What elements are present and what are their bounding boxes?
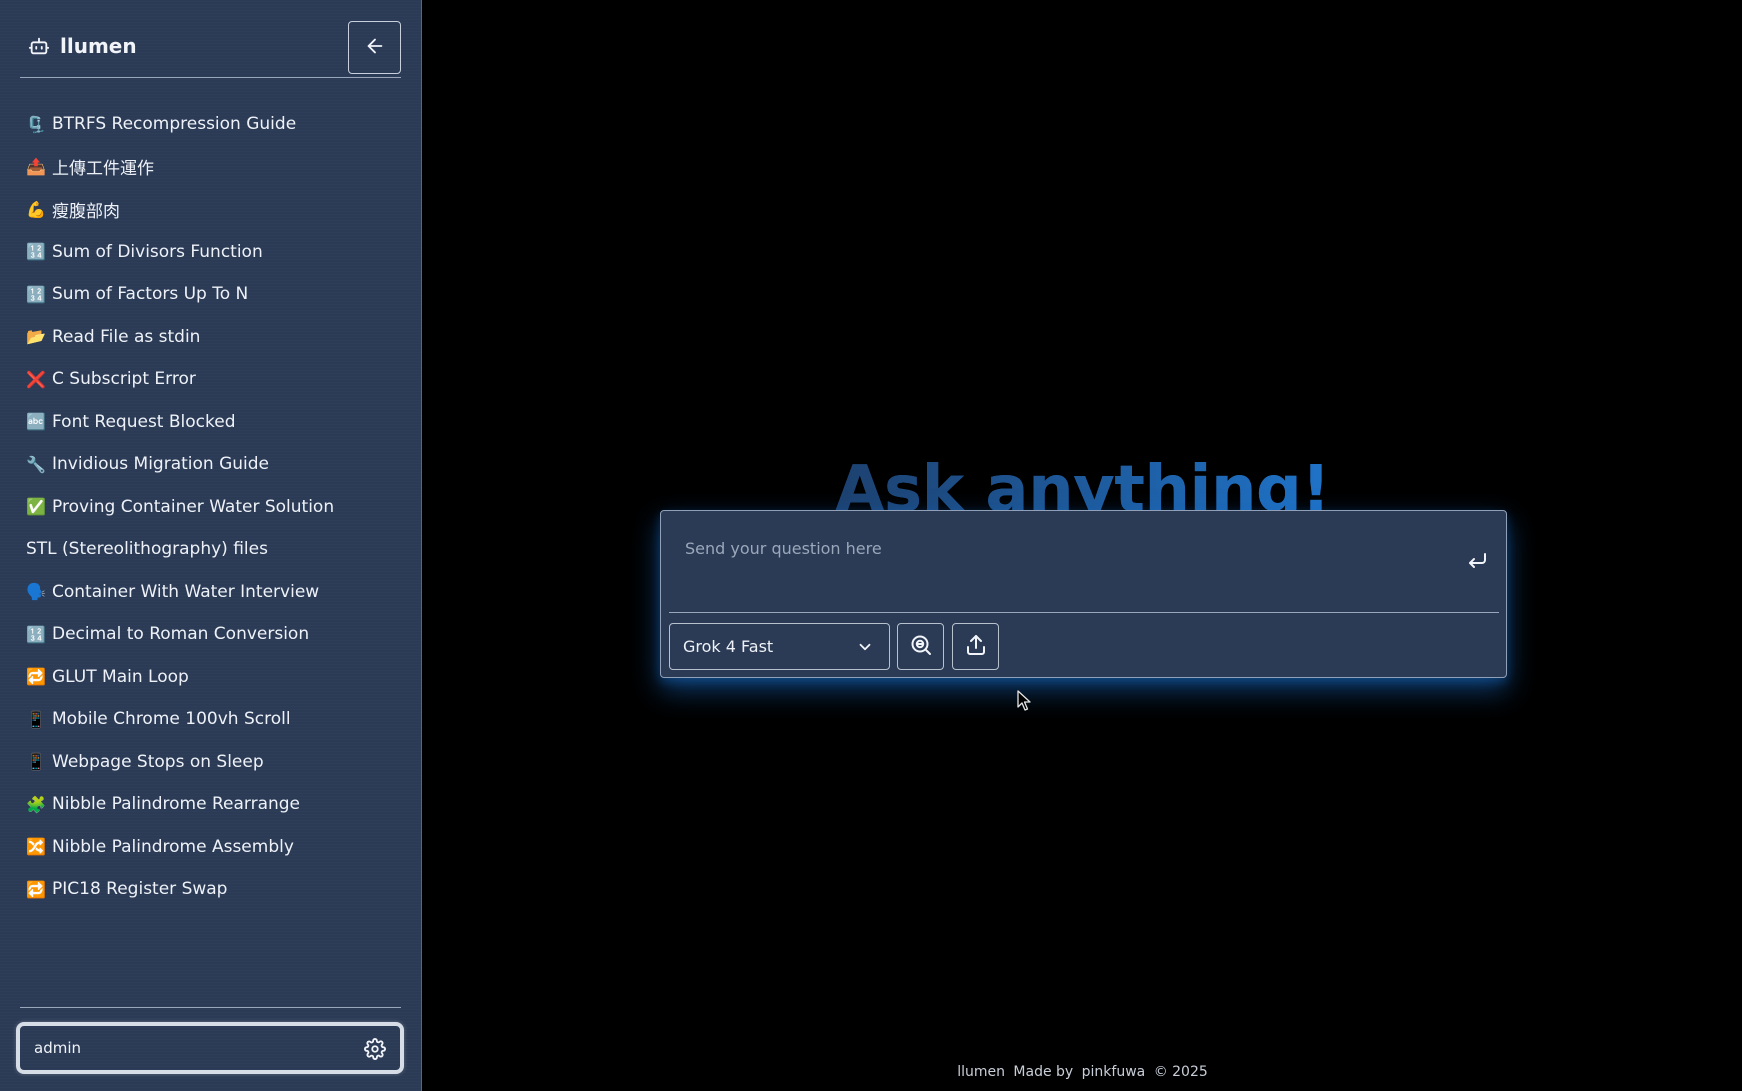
history-emoji: 🗜️: [26, 114, 46, 134]
main-area: Ask anything! Grok 4 Fast: [423, 0, 1742, 1091]
model-selector-value: Grok 4 Fast: [683, 637, 774, 656]
history-item[interactable]: 🧩 Nibble Palindrome Rearrange: [0, 783, 420, 826]
history-label: Decimal to Roman Conversion: [52, 624, 310, 645]
history-label: Nibble Palindrome Assembly: [52, 836, 294, 857]
history-label: Proving Container Water Solution: [52, 496, 335, 517]
history-item[interactable]: 🔧 Invidious Migration Guide: [0, 443, 420, 486]
history-emoji: 🗣️: [26, 582, 46, 602]
history-emoji: 🔢: [26, 284, 46, 304]
history-label: Mobile Chrome 100vh Scroll: [52, 709, 291, 730]
history-item[interactable]: ✅ Proving Container Water Solution: [0, 486, 420, 529]
history-item[interactable]: 🔢 Sum of Divisors Function: [0, 231, 420, 274]
sidebar-divider: [20, 1007, 401, 1008]
history-emoji: 🔢: [26, 242, 46, 262]
history-item[interactable]: 🔀 Nibble Palindrome Assembly: [0, 826, 420, 869]
collapse-sidebar-button[interactable]: [348, 21, 401, 74]
history-emoji: 📤: [26, 157, 46, 177]
brand[interactable]: llumen: [28, 34, 137, 58]
history-item[interactable]: STL (Stereolithography) files: [0, 528, 420, 571]
username: admin: [34, 1039, 81, 1057]
history-item[interactable]: 📱 Webpage Stops on Sleep: [0, 741, 420, 784]
history-item[interactable]: 📱 Mobile Chrome 100vh Scroll: [0, 698, 420, 741]
history-emoji: 🧩: [26, 794, 46, 814]
arrow-left-icon: [364, 35, 386, 61]
history-item[interactable]: 📤 上傳工件運作: [0, 146, 420, 189]
model-selector[interactable]: Grok 4 Fast: [669, 623, 890, 670]
history-emoji: ✅: [26, 497, 46, 517]
history-item[interactable]: 🔢 Decimal to Roman Conversion: [0, 613, 420, 656]
history-emoji: 📱: [26, 752, 46, 772]
chat-composer: Grok 4 Fast: [660, 510, 1507, 678]
chat-history-list: 🗜️ BTRFS Recompression Guide 📤 上傳工件運作 💪 瘦腹部…: [0, 103, 420, 911]
history-item[interactable]: 🔤 Font Request Blocked: [0, 401, 420, 444]
history-emoji: 🔧: [26, 454, 46, 474]
chevron-down-icon: [856, 638, 874, 660]
history-item[interactable]: 📂 Read File as stdin: [0, 316, 420, 359]
history-emoji: 📱: [26, 709, 46, 729]
history-emoji: 💪: [26, 199, 46, 219]
history-label: Font Request Blocked: [52, 411, 236, 432]
history-label: Webpage Stops on Sleep: [52, 751, 264, 772]
history-emoji: 📂: [26, 327, 46, 347]
history-emoji: 🔢: [26, 624, 46, 644]
history-label: STL (Stereolithography) files: [26, 539, 268, 560]
mouse-pointer-icon: [1017, 690, 1033, 716]
history-item[interactable]: 🗜️ BTRFS Recompression Guide: [0, 103, 420, 146]
upload-file-button[interactable]: [952, 623, 999, 670]
history-label: Read File as stdin: [52, 326, 201, 347]
user-settings-bar[interactable]: admin: [16, 1022, 404, 1074]
history-label: BTRFS Recompression Guide: [52, 114, 297, 135]
history-emoji: ❌: [26, 369, 46, 389]
footer-app[interactable]: llumen: [957, 1064, 1005, 1080]
history-label: Invidious Migration Guide: [52, 454, 269, 475]
question-input[interactable]: [669, 519, 1499, 613]
history-item[interactable]: 🔁 PIC18 Register Swap: [0, 868, 420, 911]
history-emoji: 🔁: [26, 667, 46, 687]
history-label: Sum of Divisors Function: [52, 241, 263, 262]
history-emoji: 🔁: [26, 879, 46, 899]
sidebar-header: llumen: [20, 20, 401, 78]
history-label: C Subscript Error: [52, 369, 196, 390]
history-label: GLUT Main Loop: [52, 666, 189, 687]
send-button[interactable]: [1462, 548, 1492, 578]
history-item[interactable]: 🔢 Sum of Factors Up To N: [0, 273, 420, 316]
history-label: PIC18 Register Swap: [52, 879, 228, 900]
brand-name: llumen: [60, 34, 137, 58]
sidebar: llumen 🗜️ BTRFS Recompression Guide 📤 上傳工件…: [0, 0, 422, 1091]
history-emoji: 🔀: [26, 837, 46, 857]
enter-return-icon: [1465, 549, 1489, 577]
footer-copyright: © 2025: [1153, 1064, 1208, 1080]
web-search-button[interactable]: [897, 623, 944, 670]
history-item[interactable]: ❌ C Subscript Error: [0, 358, 420, 401]
search-web-icon: [909, 633, 933, 661]
upload-icon: [964, 633, 988, 661]
history-item[interactable]: 🗣️ Container With Water Interview: [0, 571, 420, 614]
gear-icon[interactable]: [362, 1036, 388, 1062]
footer-author[interactable]: pinkfuwa: [1082, 1064, 1146, 1080]
history-label: Nibble Palindrome Rearrange: [52, 794, 301, 815]
history-emoji: 🔤: [26, 412, 46, 432]
history-label: Container With Water Interview: [52, 581, 320, 602]
footer-made-by: Made by: [1013, 1064, 1074, 1080]
history-label: 上傳工件運作: [52, 159, 154, 180]
history-label: 瘦腹部肉: [52, 201, 120, 222]
history-item[interactable]: 🔁 GLUT Main Loop: [0, 656, 420, 699]
history-item[interactable]: 💪 瘦腹部肉: [0, 188, 420, 231]
history-label: Sum of Factors Up To N: [52, 284, 249, 305]
robot-icon: [28, 35, 50, 57]
footer: llumen Made by pinkfuwa © 2025: [423, 1064, 1742, 1080]
